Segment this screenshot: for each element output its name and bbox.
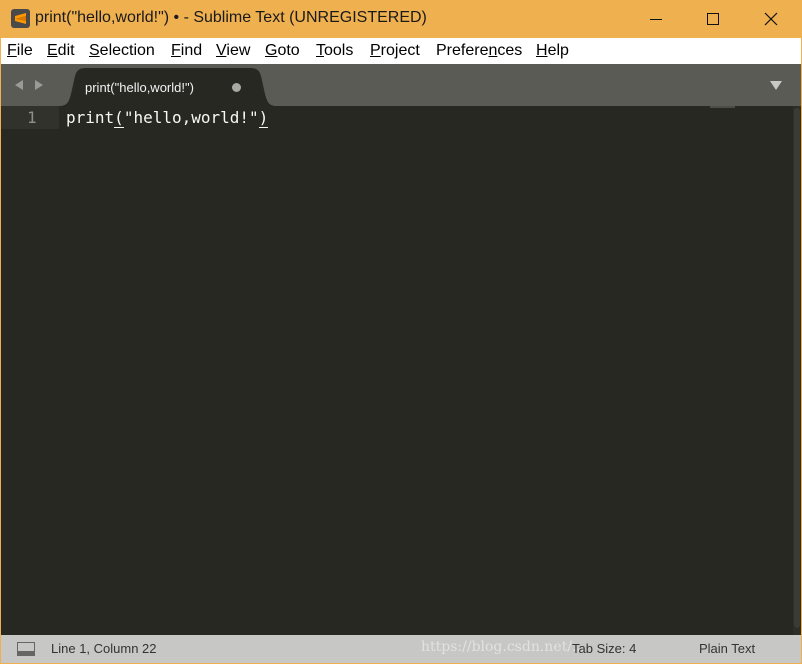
menu-selection[interactable]: Selection [89,42,155,60]
tab-dropdown-icon[interactable] [769,79,783,91]
editor-area[interactable]: 1 print("hello,world!") [1,106,801,635]
menu-bar: File Edit Selection Find View Goto Tools… [1,38,801,64]
menu-help[interactable]: Help [536,42,569,60]
menu-goto[interactable]: Goto [265,42,300,60]
status-bar: Line 1, Column 22 https://blog.csdn.net/… [1,635,801,663]
menu-view[interactable]: View [216,42,250,60]
minimize-icon [650,19,662,20]
line-number: 1 [27,108,37,127]
maximize-button[interactable] [684,0,742,38]
tab-label: print("hello,world!") [85,80,194,95]
tab-active[interactable]: print("hello,world!") [59,68,277,106]
open-bracket: ( [114,108,124,128]
sublime-window: print("hello,world!") • - Sublime Text (… [0,0,802,664]
status-cursor-position: Line 1, Column 22 [51,641,157,656]
menu-edit[interactable]: Edit [47,42,75,60]
close-bracket: ) [258,108,269,128]
gutter-current-line: 1 [1,106,59,129]
close-button[interactable] [742,0,800,38]
window-title: print("hello,world!") • - Sublime Text (… [35,9,427,26]
maximize-icon [707,13,719,25]
watermark-text: https://blog.csdn.net/... [421,639,586,655]
menu-file[interactable]: File [7,42,33,60]
tab-bar: print("hello,world!") [1,64,801,106]
sublime-logo-icon [11,9,30,28]
tab-nav-arrows-icon[interactable] [14,77,48,93]
menu-preferences[interactable]: Preferences [436,42,522,60]
menu-project[interactable]: Project [370,42,420,60]
tab-modified-dot-icon[interactable] [232,83,241,92]
title-bar[interactable]: print("hello,world!") • - Sublime Text (… [0,0,802,38]
code-line[interactable]: print("hello,world!") [66,108,269,128]
menu-tools[interactable]: Tools [316,42,353,60]
panel-toggle-icon[interactable] [17,642,35,656]
close-icon [764,12,778,26]
minimize-button[interactable] [627,0,685,38]
scrollbar-thumb[interactable] [794,108,800,628]
string-literal: "hello,world!" [123,108,259,127]
menu-find[interactable]: Find [171,42,202,60]
status-syntax[interactable]: Plain Text [699,641,755,656]
status-tab-size[interactable]: Tab Size: 4 [572,641,636,656]
minimap[interactable] [710,106,735,108]
